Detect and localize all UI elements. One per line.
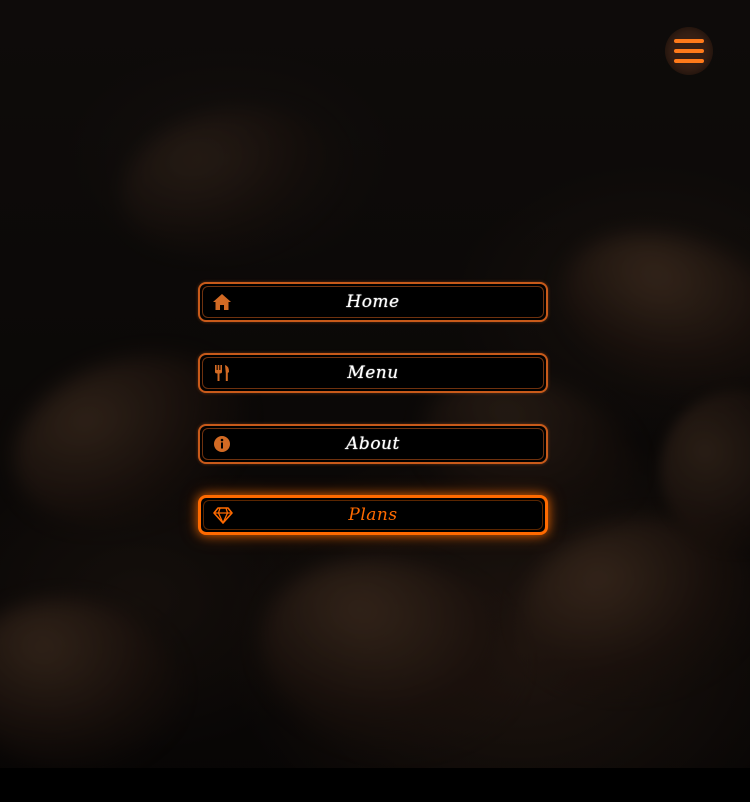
bottom-bar [0, 768, 750, 802]
hamburger-line [674, 39, 704, 43]
nav-item-label: Menu [347, 363, 399, 383]
hamburger-line [674, 59, 704, 63]
menu-toggle-button[interactable] [665, 27, 713, 75]
main-navigation: Home Menu About Plans [198, 282, 548, 566]
hamburger-menu-icon [674, 39, 704, 63]
nav-item-label: Plans [348, 505, 398, 525]
home-icon [212, 292, 232, 312]
nav-item-home[interactable]: Home [198, 282, 548, 322]
nav-item-menu[interactable]: Menu [198, 353, 548, 393]
nav-item-label: About [346, 434, 400, 454]
gem-icon [213, 505, 233, 525]
nav-item-plans[interactable]: Plans [198, 495, 548, 535]
nav-item-label: Home [346, 292, 400, 312]
info-circle-icon [212, 434, 232, 454]
hamburger-line [674, 49, 704, 53]
coffee-bean-background: Home Menu About Plans [0, 0, 750, 802]
utensils-icon [212, 363, 232, 383]
nav-item-about[interactable]: About [198, 424, 548, 464]
